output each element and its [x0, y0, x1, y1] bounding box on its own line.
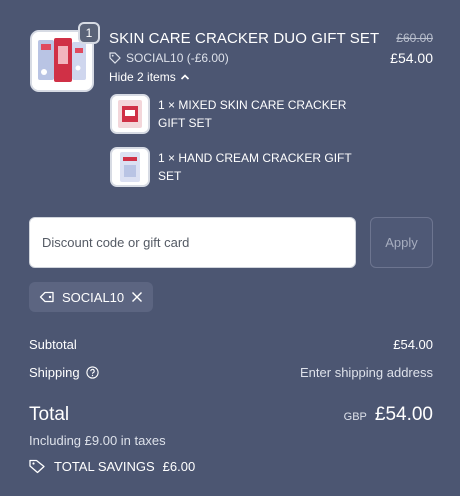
original-price: £60.00 [396, 31, 433, 45]
hide-items-toggle[interactable]: Hide 2 items [109, 70, 190, 84]
tag-icon [39, 291, 54, 303]
applied-discount-tag: SOCIAL10 [29, 282, 154, 312]
applied-code-text: SOCIAL10 [62, 289, 125, 305]
shipping-row: Shipping [29, 365, 99, 380]
sub-item-line1: 1 × MIXED SKIN CARE CRACKER [158, 98, 347, 112]
sub-item-line1: 1 × HAND CREAM CRACKER GIFT [158, 151, 352, 165]
total-value: £54.00 [374, 404, 433, 425]
product-discount: SOCIAL10 (-£6.00) [109, 51, 229, 65]
savings-value: £6.00 [162, 459, 196, 474]
hide-items-label: Hide 2 items [109, 70, 176, 84]
shipping-label: Shipping [29, 365, 80, 380]
subtotal-value: £54.00 [393, 337, 433, 352]
discount-code-input[interactable] [29, 217, 356, 268]
apply-button[interactable]: Apply [370, 217, 433, 268]
close-icon[interactable] [131, 291, 143, 303]
sub-item-line2: GIFT SET [158, 116, 212, 130]
shipping-value: Enter shipping address [300, 365, 433, 380]
sub-item: 1 × HAND CREAM CRACKER GIFT SET [158, 149, 358, 185]
savings-label: TOTAL SAVINGS [54, 459, 155, 474]
sub-item-line2: SET [158, 169, 182, 183]
sub-item-image [112, 96, 148, 132]
total-amount: GBP £54.00 [344, 404, 433, 426]
product-title: SKIN CARE CRACKER DUO GIFT SET [109, 30, 380, 47]
sub-item: 1 × MIXED SKIN CARE CRACKER GIFT SET [158, 96, 358, 132]
sub-item-image [112, 149, 148, 185]
help-circle-icon[interactable] [85, 366, 99, 379]
taxes-text: Including £9.00 in taxes [29, 433, 166, 448]
tag-icon [109, 52, 121, 64]
savings-tag-icon [29, 459, 45, 474]
currency-code: GBP [343, 411, 367, 423]
discount-code-text: SOCIAL10 (-£6.00) [126, 51, 229, 65]
subtotal-label: Subtotal [29, 337, 77, 352]
total-savings: TOTAL SAVINGS £6.00 [29, 459, 195, 474]
sub-item-thumbnail [110, 147, 150, 187]
quantity-badge: 1 [78, 22, 100, 44]
sub-item-thumbnail [110, 94, 150, 134]
product-price: £54.00 [390, 50, 433, 66]
chevron-up-icon [180, 74, 189, 80]
total-label: Total [29, 404, 70, 425]
